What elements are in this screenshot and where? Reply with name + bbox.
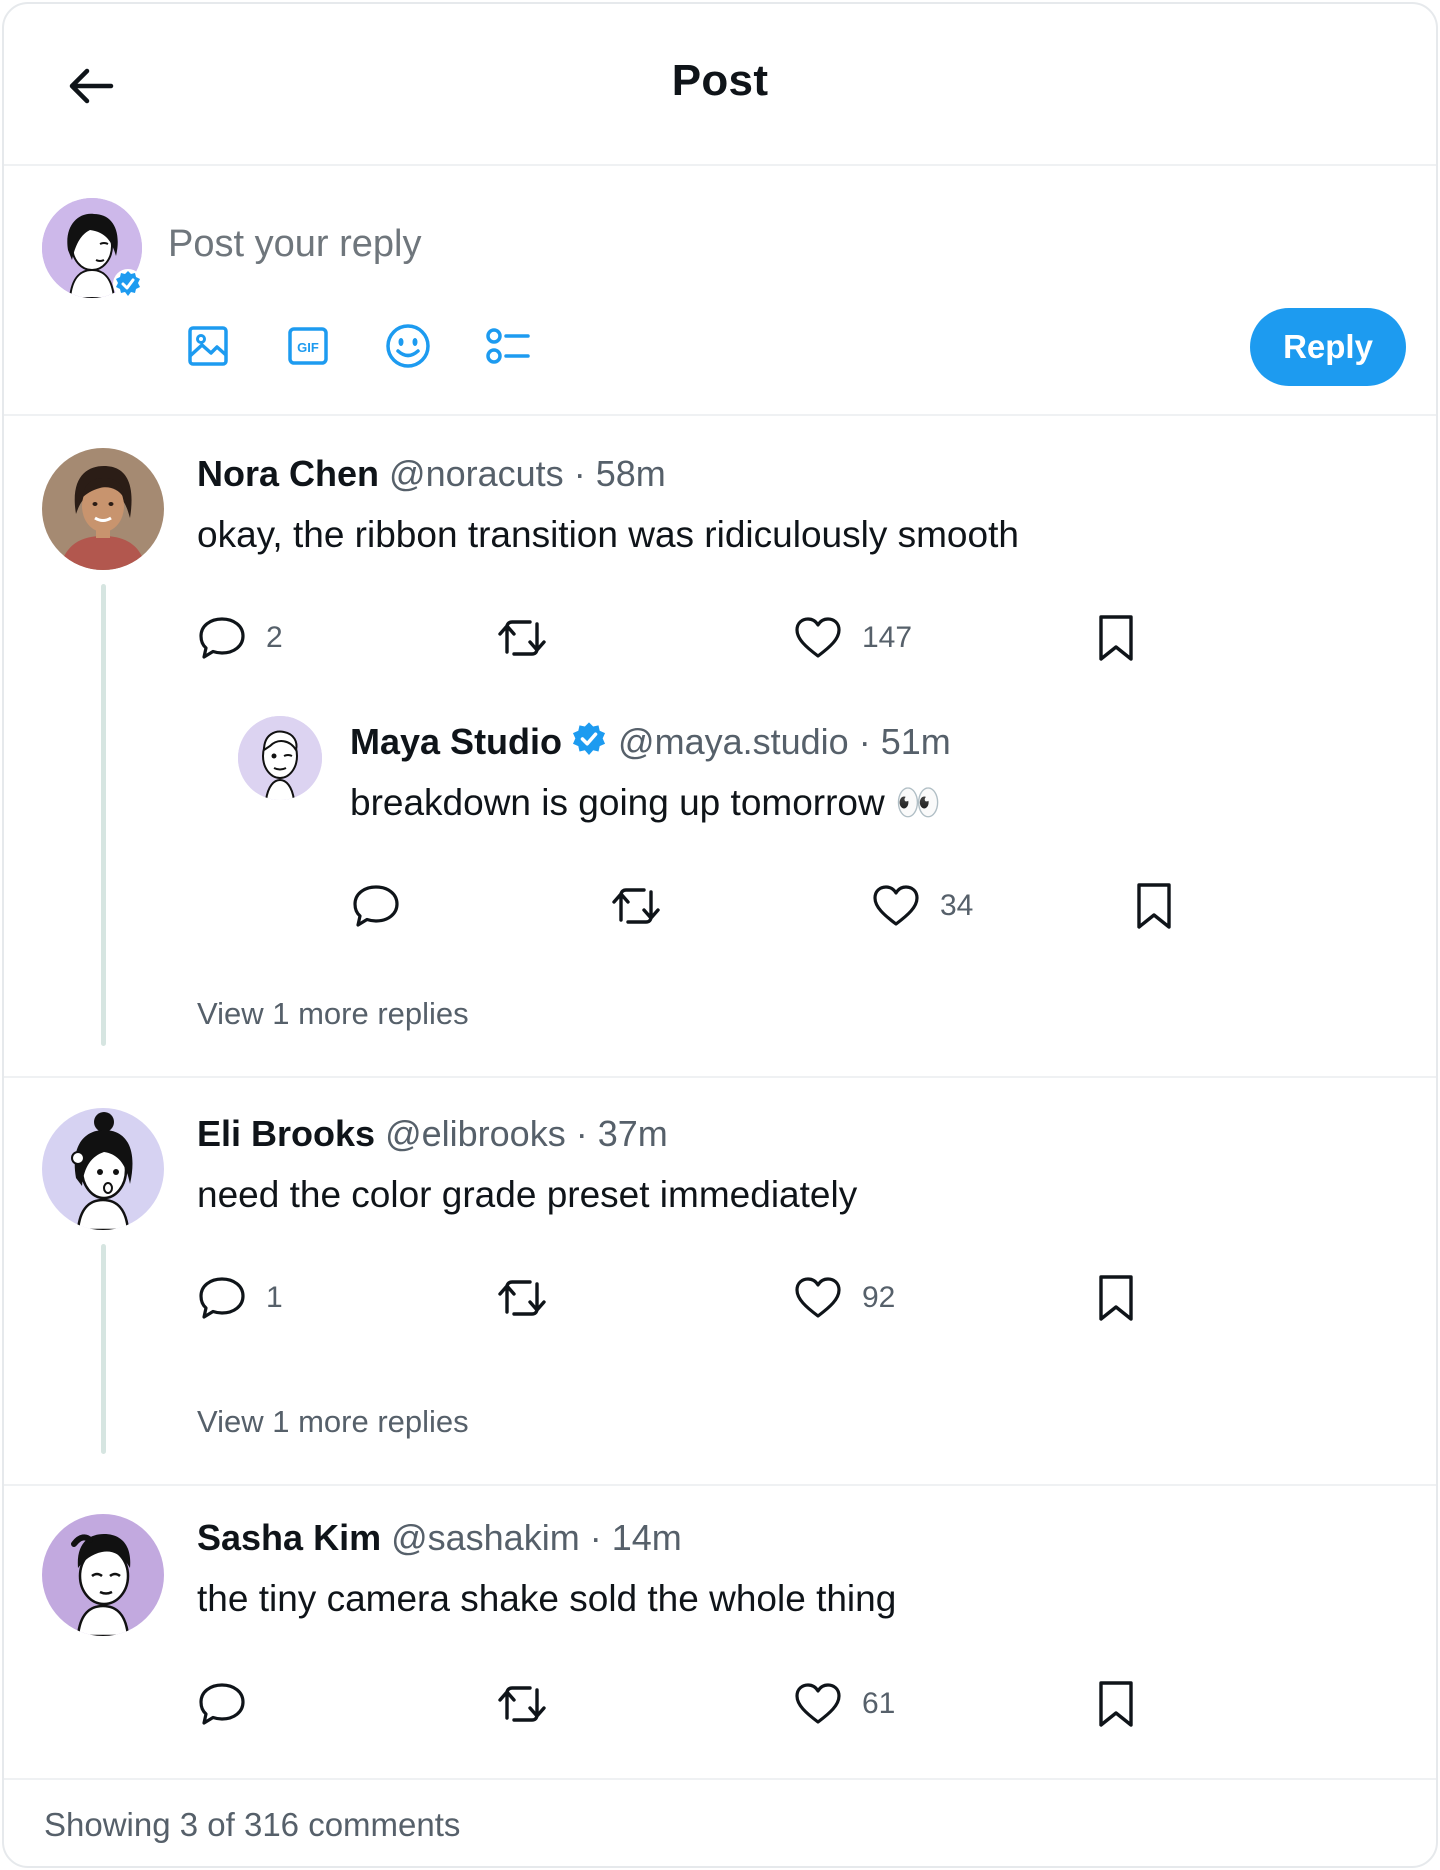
comment-time[interactable]: 58m (596, 453, 666, 494)
like-action[interactable]: 147 (792, 610, 912, 666)
add-poll-button[interactable] (480, 318, 536, 374)
repost-icon (612, 888, 660, 924)
repost-action[interactable] (608, 878, 664, 934)
like-count: 34 (940, 889, 974, 922)
meta-separator: · (589, 1517, 602, 1558)
page-title: Post (671, 56, 769, 105)
thread-line (101, 1244, 106, 1454)
repost-icon (498, 1686, 546, 1722)
bookmark-action[interactable] (1094, 1270, 1138, 1326)
comment-icon (353, 885, 399, 927)
repost-action[interactable] (494, 1270, 550, 1326)
sasha-kim-avatar[interactable] (42, 1514, 164, 1636)
reply-action[interactable]: 2 (196, 610, 283, 666)
page-header: Post (4, 4, 1436, 166)
poll-icon (486, 328, 530, 364)
comment-meta: Nora Chen @noracuts · 58m (197, 452, 666, 496)
heart-icon (795, 1683, 841, 1724)
author-handle[interactable]: @elibrooks (385, 1113, 566, 1154)
author-name[interactable]: Sasha Kim (197, 1517, 381, 1558)
bookmark-icon (1099, 1275, 1133, 1321)
bookmark-icon (1099, 1681, 1133, 1727)
comment-text: okay, the ribbon transition was ridiculo… (197, 514, 1019, 555)
like-action[interactable]: 61 (792, 1676, 895, 1732)
comment-icon (199, 617, 245, 659)
reply-count: 2 (266, 621, 283, 654)
repost-action[interactable] (494, 610, 550, 666)
reply-input[interactable] (168, 214, 1068, 274)
meta-separator: · (573, 453, 586, 494)
heart-icon (873, 885, 919, 926)
image-icon (188, 326, 228, 366)
bookmark-icon (1099, 615, 1133, 661)
comments-count-status: Showing 3 of 316 comments (44, 1806, 461, 1843)
like-count: 147 (862, 621, 913, 654)
heart-icon (795, 1277, 841, 1318)
reply-composer: GIF Reply (4, 166, 1436, 416)
comment-time[interactable]: 14m (612, 1517, 682, 1558)
gif-icon: GIF (288, 327, 328, 365)
comment-text: the tiny camera shake sold the whole thi… (197, 1578, 897, 1619)
comments-footer: Showing 3 of 316 comments (4, 1778, 1436, 1866)
reply-count: 1 (266, 1281, 283, 1314)
thread-line (101, 584, 106, 1046)
author-handle[interactable]: @maya.studio (618, 721, 849, 762)
reply-action[interactable] (350, 878, 402, 934)
comment-meta: Sasha Kim @sashakim · 14m (197, 1516, 682, 1560)
like-count: 92 (862, 1281, 896, 1314)
repost-icon (498, 620, 546, 656)
svg-text:GIF: GIF (297, 340, 319, 355)
author-name[interactable]: Eli Brooks (197, 1113, 375, 1154)
bookmark-icon (1137, 883, 1171, 929)
author-handle[interactable]: @sashakim (391, 1517, 580, 1558)
meta-separator: · (858, 721, 871, 762)
heart-icon (795, 617, 841, 658)
eli-brooks-avatar[interactable] (42, 1108, 164, 1230)
meta-separator: · (575, 1113, 588, 1154)
emoji-icon (386, 324, 430, 368)
verified-badge-icon (573, 722, 606, 756)
post-page: Post Post your reply GIF Reply Nora Chen… (2, 2, 1438, 1868)
reply-button[interactable]: Reply (1250, 308, 1406, 386)
view-more-replies-link[interactable]: View 1 more replies (197, 996, 469, 1032)
verified-badge-icon (113, 269, 143, 299)
bookmark-action[interactable] (1094, 610, 1138, 666)
repost-action[interactable] (494, 1676, 550, 1732)
comment-time[interactable]: 37m (598, 1113, 668, 1154)
comment-time[interactable]: 51m (881, 721, 951, 762)
bookmark-action[interactable] (1132, 878, 1176, 934)
author-handle[interactable]: @noracuts (389, 453, 564, 494)
comment-text: need the color grade preset immediately (197, 1174, 858, 1215)
divider (4, 1484, 1436, 1486)
nested-comment-meta: Maya Studio @maya.studio · 51m (350, 720, 951, 764)
reply-action[interactable]: 1 (196, 1270, 283, 1326)
author-name[interactable]: Maya Studio (350, 721, 562, 762)
add-image-button[interactable] (180, 318, 236, 374)
add-gif-button[interactable]: GIF (280, 318, 336, 374)
nora-chen-avatar[interactable] (42, 448, 164, 570)
divider (4, 1076, 1436, 1078)
comment-icon (199, 1683, 245, 1725)
comment-meta: Eli Brooks @elibrooks · 37m (197, 1112, 668, 1156)
like-count: 61 (862, 1687, 896, 1720)
bookmark-action[interactable] (1094, 1676, 1138, 1732)
like-action[interactable]: 92 (792, 1270, 895, 1326)
add-emoji-button[interactable] (380, 318, 436, 374)
like-action[interactable]: 34 (870, 878, 973, 934)
maya-studio-avatar[interactable] (238, 716, 322, 800)
reply-action[interactable] (196, 1676, 248, 1732)
comment-icon (199, 1277, 245, 1319)
author-name[interactable]: Nora Chen (197, 453, 379, 494)
nested-comment-text: breakdown is going up tomorrow 👀 (350, 782, 942, 823)
repost-icon (498, 1280, 546, 1316)
view-more-replies-link[interactable]: View 1 more replies (197, 1404, 469, 1440)
